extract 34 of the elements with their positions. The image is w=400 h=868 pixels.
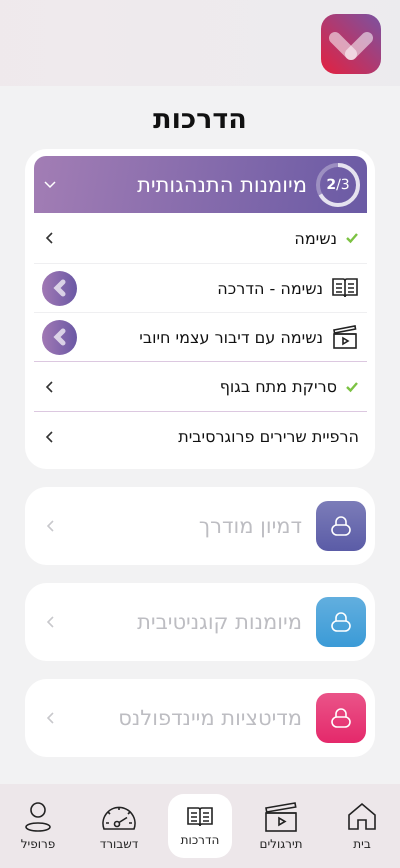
nav-label: תירגולים — [259, 837, 303, 851]
home-icon — [346, 801, 378, 833]
lesson-title[interactable]: הרפיית שרירים פרוגרסיבית — [64, 427, 359, 446]
clapperboard-icon — [264, 801, 298, 833]
lesson-title[interactable]: נשימה — [64, 228, 337, 248]
program-title: מיומנות קוגניטיבית — [136, 610, 302, 634]
nav-tab[interactable]: פרופיל — [6, 794, 70, 858]
nav-label: פרופיל — [20, 837, 56, 851]
clapperboard-icon — [331, 324, 359, 350]
play-button[interactable] — [42, 320, 77, 354]
nav-label: הדרכות — [180, 833, 220, 847]
play-button[interactable] — [42, 270, 77, 306]
program-title: דמיון מודרך — [198, 514, 302, 538]
program-title: מיומנות התנהגותית — [136, 172, 307, 196]
profile-icon — [24, 801, 52, 833]
progress-count: 2/3 — [326, 176, 350, 192]
lesson-title[interactable]: נשימה עם דיבור עצמי חיובי — [85, 328, 323, 346]
nav-tab[interactable]: הדרכות — [168, 794, 232, 858]
nav-tab[interactable]: בית — [330, 794, 394, 858]
program-title: מדיטציות מיינדפולנס — [117, 706, 302, 730]
check-icon — [345, 232, 359, 244]
nav-tab[interactable]: דשבורד — [87, 794, 151, 858]
chevron-icon — [52, 328, 68, 346]
nav-tab[interactable]: תירגולים — [249, 794, 313, 858]
lesson-title[interactable]: סריקת מתח בגוף — [64, 377, 337, 396]
check-icon — [345, 380, 359, 392]
book-icon — [186, 805, 214, 829]
book-icon — [331, 276, 359, 300]
lesson-title[interactable]: נשימה - הדרכה — [85, 278, 323, 298]
page-title: הדרכות — [152, 104, 248, 135]
app-logo — [321, 14, 381, 74]
chevron-icon — [52, 279, 68, 297]
nav-label: דשבורד — [100, 837, 138, 851]
nav-label: בית — [353, 837, 371, 851]
